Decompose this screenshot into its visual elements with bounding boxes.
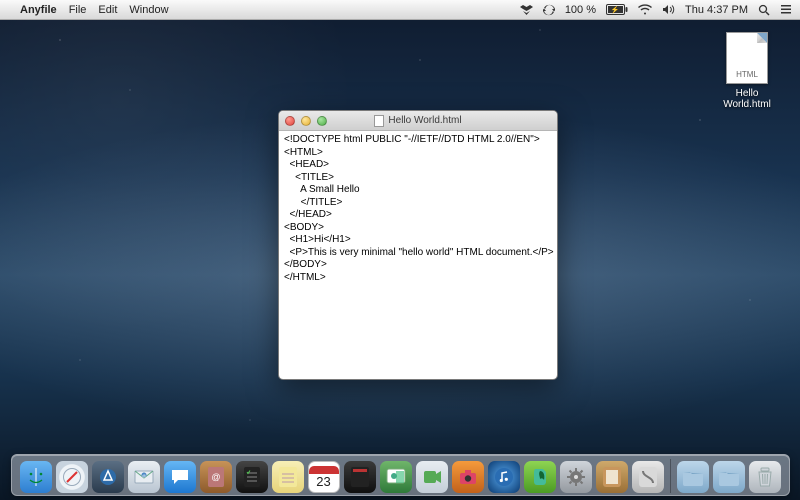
dock-calendar[interactable]: 23 xyxy=(308,461,340,493)
file-name: Hello World.html xyxy=(712,88,782,110)
app-menu[interactable]: Anyfile xyxy=(20,4,57,16)
dock-preview[interactable] xyxy=(380,461,412,493)
dock-documents[interactable] xyxy=(713,461,745,493)
dock-photobooth[interactable] xyxy=(452,461,484,493)
editor-content[interactable]: <!DOCTYPE html PUBLIC "-//IETF//DTD HTML… xyxy=(279,131,557,379)
dock-notes[interactable] xyxy=(272,461,304,493)
dock-messages[interactable] xyxy=(164,461,196,493)
dock-dictionary[interactable] xyxy=(344,461,376,493)
svg-text:@: @ xyxy=(211,472,220,482)
dock-separator xyxy=(670,459,671,493)
battery-icon[interactable]: ⚡ xyxy=(606,4,628,15)
dock-facetime[interactable] xyxy=(416,461,448,493)
dock-safari[interactable] xyxy=(56,461,88,493)
close-button[interactable] xyxy=(285,116,295,126)
dock-downloads[interactable] xyxy=(677,461,709,493)
dock: @ @ 23 xyxy=(0,454,800,496)
menu-bar: Anyfile File Edit Window 100 % ⚡ Thu 4:3… xyxy=(0,0,800,20)
wifi-icon[interactable] xyxy=(638,4,652,15)
dock-finder[interactable] xyxy=(20,461,52,493)
desktop-file[interactable]: HTML Hello World.html xyxy=(712,32,782,110)
spotlight-icon[interactable] xyxy=(758,4,770,16)
dock-trash[interactable] xyxy=(749,461,781,493)
svg-text:⚡: ⚡ xyxy=(611,5,620,14)
dock-contacts[interactable]: @ xyxy=(200,461,232,493)
window-titlebar[interactable]: Hello World.html xyxy=(279,111,557,131)
file-ext-label: HTML xyxy=(736,70,758,79)
file-icon: HTML xyxy=(726,32,768,84)
volume-icon[interactable] xyxy=(662,4,675,15)
minimize-button[interactable] xyxy=(301,116,311,126)
dock-mail[interactable]: @ xyxy=(128,461,160,493)
dock-itunes[interactable] xyxy=(488,461,520,493)
dock-app-generic2[interactable] xyxy=(632,461,664,493)
zoom-button[interactable] xyxy=(317,116,327,126)
desktop: Anyfile File Edit Window 100 % ⚡ Thu 4:3… xyxy=(0,0,800,500)
calendar-day: 23 xyxy=(316,474,330,489)
dock-app-generic1[interactable] xyxy=(596,461,628,493)
editor-window[interactable]: Hello World.html <!DOCTYPE html PUBLIC "… xyxy=(278,110,558,380)
menu-window[interactable]: Window xyxy=(129,4,168,16)
dock-reminders[interactable] xyxy=(236,461,268,493)
dock-appstore[interactable] xyxy=(92,461,124,493)
calendar-header xyxy=(309,466,339,474)
clock[interactable]: Thu 4:37 PM xyxy=(685,4,748,16)
battery-percentage[interactable]: 100 % xyxy=(565,4,596,16)
window-title: Hello World.html xyxy=(388,115,461,126)
dropbox-icon[interactable] xyxy=(520,4,533,16)
menu-edit[interactable]: Edit xyxy=(98,4,117,16)
menu-file[interactable]: File xyxy=(69,4,87,16)
dock-system-preferences[interactable] xyxy=(560,461,592,493)
proxy-icon[interactable] xyxy=(374,115,384,127)
dock-evernote[interactable] xyxy=(524,461,556,493)
sync-icon[interactable] xyxy=(543,4,555,16)
svg-text:@: @ xyxy=(141,473,145,478)
notification-center-icon[interactable] xyxy=(780,4,792,15)
